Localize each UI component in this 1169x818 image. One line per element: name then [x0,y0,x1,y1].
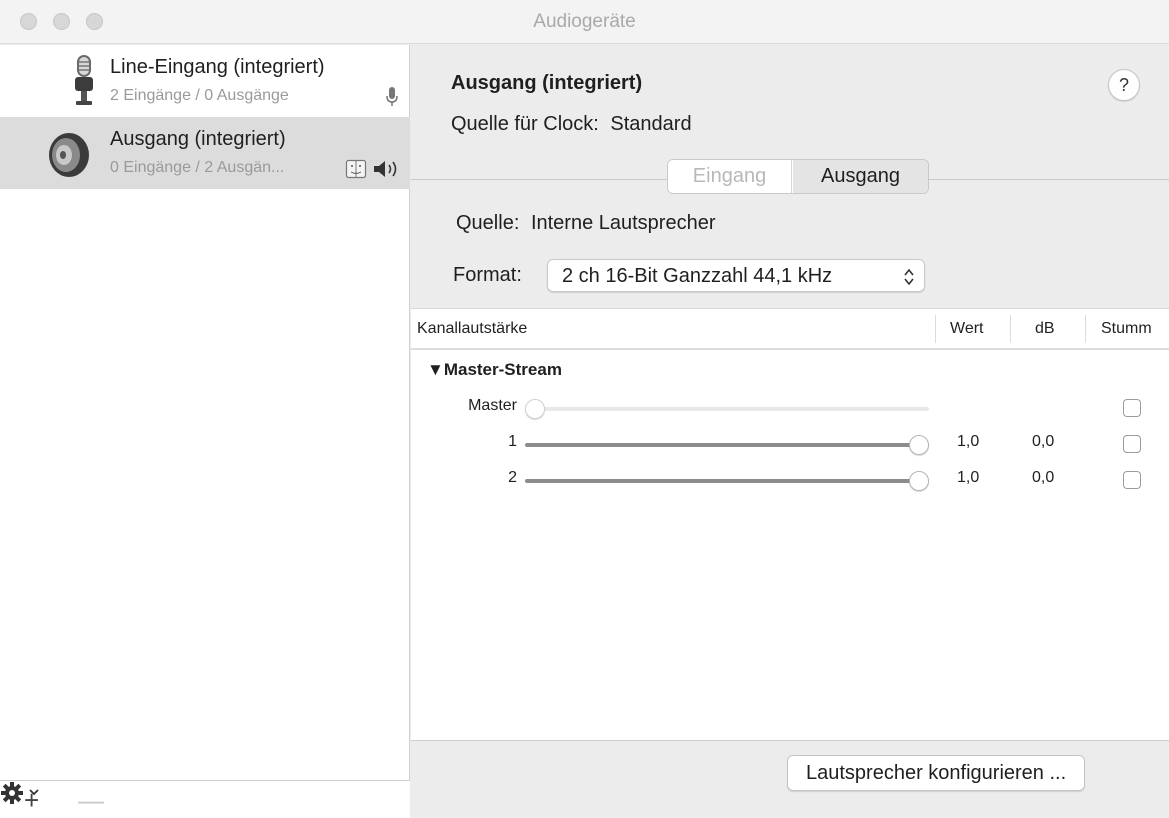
mute-checkbox[interactable] [1123,399,1141,417]
device-title: Ausgang (integriert) [451,72,643,94]
format-label: Format: [453,264,522,286]
column-separator [935,315,936,343]
device-list: Line-Eingang (integriert) 2 Eingänge / 0… [0,45,410,818]
slider-knob[interactable] [525,399,545,419]
microphone-icon [386,87,398,106]
format-select[interactable]: 2 ch 16-Bit Ganzzahl 44,1 kHz [547,259,925,292]
master-volume-slider[interactable] [525,399,929,419]
source-label: Quelle: [456,212,520,234]
title-bar: Audiogeräte [0,0,1169,44]
updown-arrows-icon [904,268,914,286]
device-name: Ausgang (integriert) [110,128,286,150]
remove-device-button[interactable]: — [78,785,104,815]
device-detail-pane: Ausgang (integriert) Quelle für Clock: S… [411,45,1169,818]
speaker-volume-icon [374,161,397,177]
format-value: 2 ch 16-Bit Ganzzahl 44,1 kHz [562,265,833,287]
finder-icon [345,159,367,179]
channel-row-master: Master [411,391,1169,427]
bottom-bar: Lautsprecher konfigurieren ... [411,740,1169,818]
table-header: Kanallautstärke Wert dB Stumm [411,309,1169,350]
device-detail: 2 Eingänge / 0 Ausgänge [110,87,289,104]
column-header-value[interactable]: Wert [950,320,983,338]
device-item-output[interactable]: Ausgang (integriert) 0 Eingänge / 2 Ausg… [0,117,410,189]
device-name: Line-Eingang (integriert) [110,56,325,78]
slider-knob[interactable] [909,471,929,491]
tab-input[interactable]: Eingang [668,160,792,193]
channel-1-volume-slider[interactable] [525,435,929,455]
window-title: Audiogeräte [533,11,636,32]
sidebar-toolbar: + — [0,780,410,818]
channel-value: 1,0 [957,433,980,450]
channel-label: 1 [508,433,517,450]
microphone-icon [75,55,93,105]
help-button[interactable]: ? [1108,69,1140,101]
channel-db: 0,0 [1032,433,1055,450]
source-value: Interne Lautsprecher [530,212,716,234]
column-header-db[interactable]: dB [1035,320,1055,338]
configure-speakers-button[interactable]: Lautsprecher konfigurieren ... [787,755,1086,791]
device-item-line-in[interactable]: Line-Eingang (integriert) 2 Eingänge / 0… [0,45,410,117]
channel-label: Master [468,397,517,414]
slider-knob[interactable] [909,435,929,455]
mute-checkbox[interactable] [1123,435,1141,453]
speaker-icon [49,133,89,177]
channel-label: 2 [508,469,517,486]
source-row: Quelle: Interne Lautsprecher [456,212,716,235]
channel-row-1: 1 1,0 0,0 [411,427,1169,463]
channel-db: 0,0 [1032,469,1055,486]
channel-2-volume-slider[interactable] [525,471,929,491]
clock-source-row: Quelle für Clock: Standard [451,113,692,136]
tab-output[interactable]: Ausgang [793,160,928,193]
add-device-button[interactable]: + [24,785,39,815]
column-separator [1010,315,1011,343]
io-tab-control: Eingang Ausgang [667,159,929,194]
master-stream-group[interactable]: ▼Master-Stream [427,360,562,380]
column-header-volume[interactable]: Kanallautstärke [417,320,527,338]
clock-source-value: Standard [610,113,692,135]
mute-checkbox[interactable] [1123,471,1141,489]
channel-row-2: 2 1,0 0,0 [411,463,1169,499]
audio-devices-window: Audiogeräte Line-Eingang (integriert) 2 … [0,0,1169,818]
clock-source-label: Quelle für Clock: [451,113,599,135]
device-detail: 0 Eingänge / 2 Ausgän... [110,159,285,176]
channel-volume-table: Kanallautstärke Wert dB Stumm ▼Master-St… [411,308,1169,740]
column-separator [1085,315,1086,343]
column-header-mute[interactable]: Stumm [1101,320,1152,338]
channel-value: 1,0 [957,469,980,486]
